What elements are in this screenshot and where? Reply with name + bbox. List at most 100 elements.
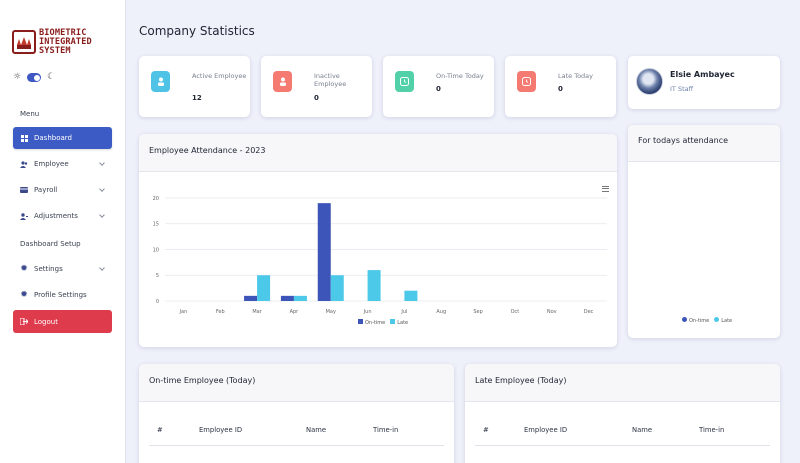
stat-card-active-employee[interactable]: Active Employee 12 bbox=[139, 56, 250, 117]
stat-card-late-today[interactable]: Late Today 0 bbox=[505, 56, 616, 117]
clock-icon bbox=[395, 71, 414, 92]
theme-toggle[interactable] bbox=[27, 73, 42, 82]
table-divider bbox=[149, 445, 444, 446]
card-header: For todays attendance bbox=[628, 125, 780, 162]
todays-legend: On-time Late bbox=[682, 317, 732, 324]
sidebar: BIOMETRIC INTEGRATED SYSTEM ☼ ☾ Menu Das… bbox=[0, 0, 126, 463]
sidebar-item-dashboard[interactable]: Dashboard bbox=[13, 127, 112, 149]
stat-value: 0 bbox=[436, 85, 441, 93]
menu-section-label: Menu bbox=[20, 110, 40, 118]
avatar bbox=[636, 68, 663, 95]
chevron-down-icon bbox=[99, 160, 105, 166]
gear-icon: ✹ bbox=[20, 290, 28, 300]
grid-icon bbox=[20, 134, 28, 142]
bar-on-time bbox=[244, 295, 258, 301]
user-icon bbox=[151, 71, 170, 92]
x-tick-label: Feb bbox=[216, 309, 225, 315]
x-tick-label: Oct bbox=[511, 309, 520, 315]
legend-item-on-time[interactable]: On-time bbox=[358, 319, 385, 326]
legend-item-late[interactable]: Late bbox=[714, 317, 732, 324]
y-tick-label: 5 bbox=[156, 273, 159, 279]
sidebar-item-adjustments[interactable]: Adjustments bbox=[13, 205, 112, 227]
todays-attendance-card: For todays attendance On-time Late bbox=[628, 125, 780, 338]
profile-role: IT Staff bbox=[670, 85, 694, 93]
x-tick-label: May bbox=[326, 309, 336, 315]
column-header-time-in[interactable]: Time-in bbox=[373, 426, 398, 434]
fingerprint-logo-icon bbox=[12, 30, 36, 54]
x-tick-label: Jun bbox=[363, 309, 372, 315]
page-title: Company Statistics bbox=[139, 24, 255, 38]
x-tick-label: Sep bbox=[473, 309, 482, 315]
profile-name: Elsie Ambayec bbox=[670, 70, 735, 79]
card-title: Employee Attendance - 2023 bbox=[149, 146, 266, 155]
sidebar-item-employee[interactable]: Employee bbox=[13, 153, 112, 175]
sun-icon: ☼ bbox=[13, 72, 22, 82]
card-icon bbox=[20, 186, 28, 194]
sidebar-item-label: Employee bbox=[34, 160, 69, 168]
bar-late bbox=[367, 270, 381, 301]
column-header-time-in[interactable]: Time-in bbox=[699, 426, 724, 434]
bar-late bbox=[257, 275, 271, 301]
users-icon bbox=[20, 160, 28, 168]
bar-on-time bbox=[317, 203, 331, 301]
x-tick-label: Dec bbox=[584, 309, 594, 315]
theme-switcher: ☼ ☾ bbox=[13, 73, 55, 82]
late-employee-table-card: Late Employee (Today) # Employee ID Name… bbox=[465, 364, 780, 463]
y-tick-label: 10 bbox=[153, 247, 159, 253]
y-tick-label: 20 bbox=[153, 196, 159, 202]
brand-line-3: SYSTEM bbox=[39, 45, 71, 56]
card-title: Late Employee (Today) bbox=[475, 376, 567, 385]
sidebar-item-profile-settings[interactable]: ✹ Profile Settings bbox=[13, 284, 112, 306]
y-tick-label: 15 bbox=[153, 222, 159, 228]
x-tick-label: Jan bbox=[179, 309, 188, 315]
stat-value: 0 bbox=[314, 94, 319, 102]
moon-icon: ☾ bbox=[47, 72, 56, 82]
ontime-employee-table-card: On-time Employee (Today) # Employee ID N… bbox=[139, 364, 454, 463]
chevron-down-icon bbox=[99, 265, 105, 271]
sidebar-item-label: Settings bbox=[34, 265, 63, 273]
column-header-employee-id[interactable]: Employee ID bbox=[524, 426, 567, 434]
bar-late bbox=[293, 295, 307, 301]
y-tick-label: 0 bbox=[156, 299, 159, 305]
bar-late bbox=[404, 290, 418, 301]
stat-value: 0 bbox=[558, 85, 563, 93]
column-header-name[interactable]: Name bbox=[306, 426, 326, 434]
legend-item-late[interactable]: Late bbox=[390, 319, 408, 326]
bar-late bbox=[330, 275, 344, 301]
sidebar-item-label: Profile Settings bbox=[34, 291, 87, 299]
stat-label: Inactive Employee bbox=[314, 72, 347, 88]
attendance-chart-card: Employee Attendance - 2023 0 5 10 15 20 Jan Fe… bbox=[139, 134, 617, 347]
stat-label: On-Time Today bbox=[436, 72, 484, 80]
sidebar-item-label: Adjustments bbox=[34, 212, 78, 220]
column-header-number[interactable]: # bbox=[157, 426, 163, 434]
user-adjust-icon bbox=[20, 212, 28, 220]
column-header-employee-id[interactable]: Employee ID bbox=[199, 426, 242, 434]
legend-item-on-time[interactable]: On-time bbox=[682, 317, 709, 324]
chart-legend: On-time Late bbox=[358, 319, 408, 326]
bar-on-time bbox=[280, 295, 294, 301]
column-header-number[interactable]: # bbox=[483, 426, 489, 434]
card-header: On-time Employee (Today) bbox=[139, 364, 454, 402]
stat-card-on-time-today[interactable]: On-Time Today 0 bbox=[383, 56, 494, 117]
main-content: Company Statistics Active Employee 12 In… bbox=[126, 0, 800, 463]
sidebar-item-settings[interactable]: ✹ Settings bbox=[13, 258, 112, 280]
profile-card[interactable]: Elsie Ambayec IT Staff bbox=[628, 56, 780, 109]
stat-label: Late Today bbox=[558, 72, 594, 80]
x-tick-label: Mar bbox=[252, 309, 262, 315]
stat-card-inactive-employee[interactable]: Inactive Employee 0 bbox=[261, 56, 372, 117]
dashboard-setup-section-label: Dashboard Setup bbox=[20, 240, 81, 248]
logout-button[interactable]: Logout bbox=[13, 310, 112, 333]
x-tick-label: Apr bbox=[290, 309, 300, 315]
user-icon bbox=[273, 71, 292, 92]
gear-icon: ✹ bbox=[20, 264, 28, 274]
logout-icon bbox=[20, 318, 28, 326]
column-header-name[interactable]: Name bbox=[632, 426, 652, 434]
x-tick-label: Jul bbox=[400, 309, 407, 315]
clock-icon bbox=[517, 71, 536, 92]
card-title: For todays attendance bbox=[638, 136, 729, 145]
x-tick-label: Nov bbox=[547, 309, 557, 315]
brand-logo[interactable]: BIOMETRIC INTEGRATED SYSTEM bbox=[12, 26, 112, 58]
sidebar-item-payroll[interactable]: Payroll bbox=[13, 179, 112, 201]
table-divider bbox=[475, 445, 770, 446]
card-header: Late Employee (Today) bbox=[465, 364, 780, 402]
